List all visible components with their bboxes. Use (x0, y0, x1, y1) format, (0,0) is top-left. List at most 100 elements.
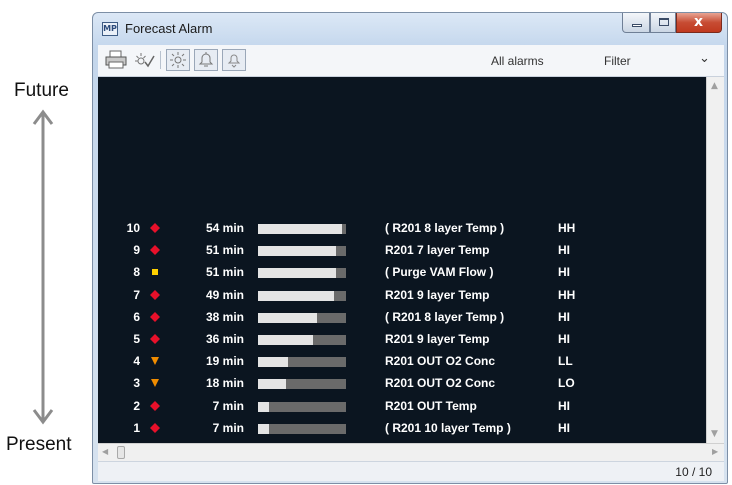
alarm-tag-name: ( R201 10 layer Temp ) (385, 420, 511, 435)
alarm-number: 9 (133, 243, 140, 258)
bell-down-icon[interactable] (222, 49, 246, 71)
alarm-time-bar-fill (258, 246, 337, 257)
alarm-tag-name: R201 7 layer Temp (385, 243, 490, 258)
alarm-time-bar (258, 423, 346, 434)
status-bar: 10 / 10 (98, 461, 724, 481)
future-label: Future (14, 80, 69, 101)
alarm-row[interactable]: 10 54 min ( R201 8 layer Temp ) HH (98, 218, 706, 240)
alarm-tag-name: R201 OUT O2 Conc (385, 354, 496, 369)
alarm-number: 5 (133, 332, 140, 346)
alarm-triangle-icon (151, 357, 159, 366)
alarm-level: HI (558, 420, 570, 435)
horizontal-scrollbar[interactable]: ◀ ▶ (98, 443, 724, 461)
alarm-time-bar-fill (258, 401, 269, 412)
alarm-diamond-icon (150, 311, 160, 322)
alarm-number: 7 (133, 287, 140, 302)
present-label: Present (6, 434, 72, 455)
stage: Future Present MP Forecast Alarm x All a… (0, 0, 732, 485)
alarm-number: 1 (133, 420, 140, 435)
alarm-row[interactable]: 8 51 min ( Purge VAM Flow ) HI (98, 262, 706, 284)
title-bar[interactable]: MP Forecast Alarm x (93, 13, 727, 43)
alarm-diamond-icon (150, 334, 160, 344)
alarm-time-bar (258, 312, 346, 323)
scroll-left-arrow-icon[interactable]: ◀ (102, 447, 108, 456)
forecast-alarm-window: MP Forecast Alarm x All alarms Filter ⌄ … (92, 12, 728, 484)
alarm-level: HI (558, 398, 570, 413)
alarm-time-bar-fill (258, 290, 334, 301)
minimize-button[interactable] (622, 13, 650, 33)
scroll-down-arrow-icon[interactable]: ▼ (711, 429, 718, 439)
timeline-double-arrow-icon (32, 109, 54, 425)
alarm-minutes: 18 min (205, 376, 244, 391)
scroll-thumb[interactable] (117, 446, 125, 459)
alarm-row[interactable]: 6 38 min ( R201 8 layer Temp ) HI (98, 307, 706, 329)
alarm-tag-name: R201 OUT O2 Conc (385, 376, 496, 391)
alarm-minutes: 7 min (212, 398, 244, 413)
all-alarms-selector[interactable]: All alarms (491, 54, 544, 68)
alarm-time-bar-fill (258, 423, 269, 434)
alarm-minutes: 7 min (212, 420, 244, 435)
maximize-button[interactable] (650, 13, 676, 33)
alarm-row[interactable]: 1 7 min ( R201 10 layer Temp ) HI (98, 418, 706, 440)
alarm-diamond-icon (150, 289, 160, 300)
alarm-triangle-icon (151, 379, 159, 388)
alarm-number: 8 (133, 265, 140, 280)
alarm-check-icon[interactable] (132, 49, 156, 71)
alarm-time-bar-fill (258, 379, 287, 390)
alarm-minutes: 36 min (205, 332, 244, 346)
alarm-level: HH (558, 221, 576, 235)
scroll-right-arrow-icon[interactable]: ▶ (712, 447, 718, 456)
scroll-up-arrow-icon[interactable]: ▲ (711, 81, 718, 91)
alarm-diamond-icon (150, 245, 160, 256)
alarm-diamond-icon (150, 400, 160, 411)
alarm-row[interactable]: 9 51 min R201 7 layer Temp HI (98, 240, 706, 262)
alarm-diamond-icon (150, 223, 160, 233)
printer-icon[interactable] (104, 49, 128, 71)
alarm-minutes: 19 min (205, 354, 244, 369)
alarm-level: HI (558, 309, 570, 324)
alarm-time-bar (258, 379, 346, 390)
filter-dropdown[interactable]: Filter (604, 54, 631, 68)
alarm-level: HI (558, 332, 570, 346)
close-button[interactable]: x (676, 13, 722, 33)
alarm-row[interactable]: 4 19 min R201 OUT O2 Conc LL (98, 351, 706, 373)
alarm-tag-name: R201 9 layer Temp (385, 332, 490, 346)
alarm-time-bar (258, 290, 346, 301)
alarm-number: 6 (133, 309, 140, 324)
alarm-count: 10 / 10 (675, 465, 712, 479)
vertical-scrollbar[interactable]: ▲ ▼ (706, 77, 724, 443)
alarm-level: HI (558, 265, 570, 280)
alarm-time-bar (258, 335, 346, 345)
alarm-time-bar-fill (258, 335, 314, 345)
alarm-time-bar (258, 401, 346, 412)
bell-icon[interactable] (194, 49, 218, 71)
alarm-level: LL (558, 354, 573, 369)
alarm-list: 10 54 min ( R201 8 layer Temp ) HH 9 51 min R2… (98, 77, 706, 443)
alarm-tag-name: ( R201 8 layer Temp ) (385, 221, 505, 235)
alarm-time-bar-fill (258, 268, 337, 279)
alarm-light-icon[interactable] (166, 49, 190, 71)
alarm-level: HH (558, 287, 576, 302)
alarm-level: HI (558, 243, 570, 258)
alarm-time-bar (258, 246, 346, 257)
alarm-time-bar (258, 357, 346, 368)
alarm-square-icon (152, 269, 158, 276)
alarm-row[interactable]: 7 49 min R201 9 layer Temp HH (98, 285, 706, 307)
window-title: Forecast Alarm (125, 21, 213, 36)
alarm-minutes: 49 min (205, 287, 244, 302)
alarm-time-bar-fill (258, 357, 288, 368)
alarm-diamond-icon (150, 422, 160, 433)
close-icon: x (694, 14, 704, 30)
alarm-row[interactable]: 5 36 min R201 9 layer Temp HI (98, 329, 706, 351)
alarm-tag-name: R201 9 layer Temp (385, 287, 490, 302)
chevron-down-icon[interactable]: ⌄ (699, 51, 710, 66)
alarm-time-bar-fill (258, 224, 342, 234)
alarm-row[interactable]: 3 18 min R201 OUT O2 Conc LO (98, 373, 706, 395)
alarm-minutes: 51 min (205, 243, 244, 258)
alarm-time-bar (258, 224, 346, 234)
alarm-tag-name: ( Purge VAM Flow ) (385, 265, 494, 280)
toolbar: All alarms Filter ⌄ (98, 45, 724, 77)
alarm-time-bar (258, 268, 346, 279)
alarm-number: 4 (133, 354, 140, 369)
alarm-row[interactable]: 2 7 min R201 OUT Temp HI (98, 396, 706, 418)
